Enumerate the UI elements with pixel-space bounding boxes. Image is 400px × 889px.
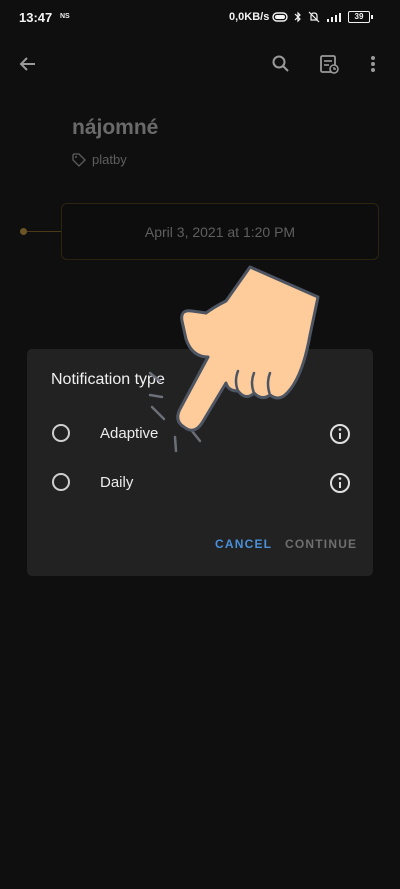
reminder-button[interactable] — [313, 48, 345, 80]
note-tag[interactable]: platby — [72, 152, 127, 167]
info-icon[interactable] — [329, 472, 351, 494]
more-vert-icon — [371, 56, 375, 72]
tap-hint-hand-icon — [148, 265, 320, 453]
bluetooth-icon — [294, 11, 301, 23]
timeline-connector — [24, 231, 62, 232]
option-daily[interactable]: Daily — [27, 460, 373, 508]
signal-4g-icon — [327, 13, 341, 22]
status-net-speed: 0,0KB/s — [229, 11, 270, 23]
battery-indicator: 39 — [348, 11, 373, 23]
search-icon — [272, 55, 289, 72]
notifications-off-icon — [308, 11, 320, 23]
note-tag-label: platby — [92, 152, 127, 167]
option-daily-label: Daily — [100, 474, 134, 491]
more-options-button[interactable] — [357, 48, 389, 80]
note-title[interactable]: nájomné — [72, 116, 158, 140]
cancel-button[interactable]: CANCEL — [215, 537, 272, 551]
date-text: April 3, 2021 at 1:20 PM — [144, 223, 296, 240]
arrow-back-icon — [19, 57, 35, 71]
radio-adaptive[interactable] — [52, 424, 70, 442]
reminder-list-icon — [320, 55, 339, 74]
data-saver-icon — [272, 12, 288, 22]
radio-daily[interactable] — [52, 473, 70, 491]
tag-icon — [72, 152, 86, 167]
status-time: 13:47 — [19, 10, 53, 25]
timeline-dot — [20, 228, 27, 235]
status-ns-label: NS — [60, 13, 70, 20]
back-button[interactable] — [12, 48, 44, 80]
status-icons: 39 — [272, 9, 373, 25]
continue-button[interactable]: CONTINUE — [285, 537, 357, 551]
search-button[interactable] — [265, 48, 297, 80]
date-card[interactable]: April 3, 2021 at 1:20 PM — [61, 203, 379, 260]
